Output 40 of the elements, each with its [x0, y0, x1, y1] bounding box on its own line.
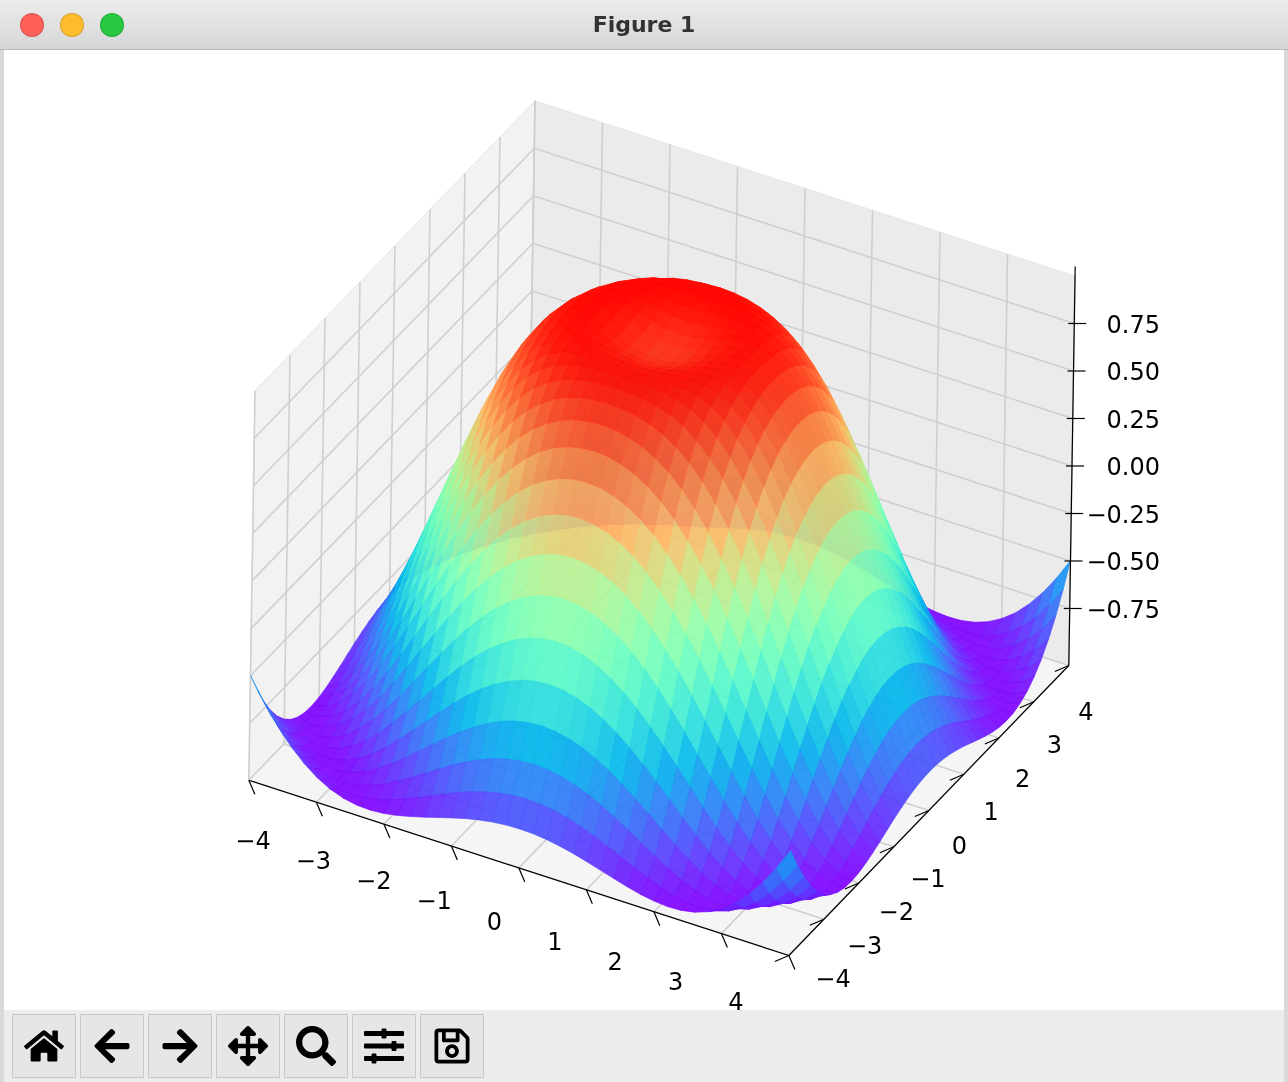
home-button[interactable]	[12, 1014, 76, 1078]
window-title: Figure 1	[592, 12, 696, 37]
tick-label: 0.50	[1106, 358, 1160, 386]
tick-label: −0.75	[1086, 595, 1160, 624]
tick-label: 0.25	[1106, 405, 1160, 434]
tick-label: −4	[235, 827, 271, 855]
search-icon	[296, 1026, 336, 1066]
zoom-rect-button[interactable]	[284, 1014, 348, 1078]
tick-label: 0	[486, 907, 503, 936]
tick-label: 3	[668, 967, 684, 996]
right-arrow-icon	[160, 1026, 200, 1066]
forward-button[interactable]	[148, 1014, 212, 1078]
configure-button[interactable]	[352, 1014, 416, 1078]
save-icon	[432, 1026, 472, 1066]
tick-label: 4	[1078, 698, 1094, 726]
tick-label: −0.25	[1086, 500, 1160, 529]
tick-label: 0.75	[1106, 310, 1160, 339]
tick-label: −1	[910, 864, 946, 893]
tick-label: 1	[547, 927, 563, 956]
tick-label: −3	[295, 847, 332, 876]
tick-label: −2	[356, 867, 392, 896]
tick-label: 3	[1046, 731, 1062, 760]
save-button[interactable]	[420, 1014, 484, 1078]
back-button[interactable]	[80, 1014, 144, 1078]
tick-label: −3	[846, 931, 883, 960]
sliders-icon	[364, 1026, 404, 1066]
tick-label: 0	[951, 831, 968, 860]
close-button[interactable]	[20, 12, 44, 37]
move-arrows-icon	[228, 1026, 268, 1066]
tick-label: 4	[728, 988, 744, 1010]
tick-label: 2	[607, 947, 623, 976]
tick-label: 0.00	[1106, 453, 1160, 481]
tick-label: 1	[983, 798, 999, 827]
tick-label: −0.50	[1086, 548, 1160, 576]
tick-label: −1	[416, 887, 452, 916]
left-arrow-icon	[92, 1026, 132, 1066]
tick-label: −2	[878, 898, 914, 927]
tick-label: 2	[1015, 764, 1031, 793]
pan-button[interactable]	[216, 1014, 280, 1078]
tick-label: −4	[815, 965, 851, 993]
